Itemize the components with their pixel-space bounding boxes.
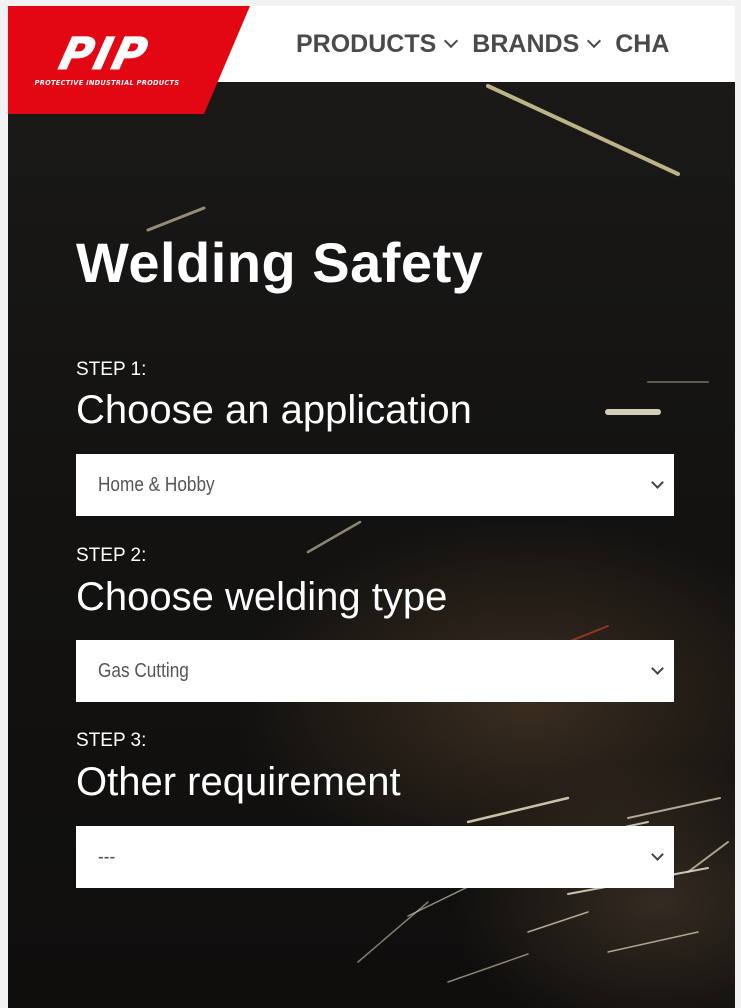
application-select-value: Home & Hobby xyxy=(98,473,215,496)
welding-type-select[interactable]: Gas Cutting xyxy=(76,640,674,702)
nav-cha-label: CHA xyxy=(615,29,670,58)
step-2-heading: Choose welding type xyxy=(76,575,448,619)
application-select[interactable]: Home & Hobby xyxy=(76,454,674,516)
main-nav: PRODUCTS BRANDS CHA xyxy=(296,28,685,60)
step-1-heading: Choose an application xyxy=(76,388,472,432)
step-2-label: STEP 2: xyxy=(76,545,147,566)
other-requirement-select[interactable]: --- xyxy=(76,826,674,888)
nav-cha[interactable]: CHA xyxy=(615,28,669,60)
step-3-heading: Other requirement xyxy=(76,760,401,804)
chevron-down-icon xyxy=(651,848,664,861)
chevron-down-icon xyxy=(444,33,459,49)
chevron-down-icon xyxy=(651,662,664,675)
nav-products[interactable]: PRODUCTS xyxy=(296,28,459,60)
logo-wordmark: PIP xyxy=(54,29,155,81)
browser-viewport: PRODUCTS BRANDS CHA PIP PROTECTIVE INDUS… xyxy=(8,6,735,1008)
step-3-label: STEP 3: xyxy=(76,730,147,751)
logo-tagline: PROTECTIVE INDUSTRIAL PRODUCTS xyxy=(34,79,180,87)
chevron-down-icon xyxy=(651,476,664,489)
chevron-down-icon xyxy=(587,33,602,49)
nav-products-label: PRODUCTS xyxy=(296,29,437,58)
other-requirement-select-value: --- xyxy=(98,845,116,868)
welding-type-select-value: Gas Cutting xyxy=(98,659,189,682)
page-title: Welding Safety xyxy=(76,231,484,294)
nav-brands[interactable]: BRANDS xyxy=(472,28,602,60)
hero-section: Welding Safety STEP 1: Choose an applica… xyxy=(8,82,735,1008)
step-1-label: STEP 1: xyxy=(76,359,147,380)
nav-brands-label: BRANDS xyxy=(472,29,580,58)
